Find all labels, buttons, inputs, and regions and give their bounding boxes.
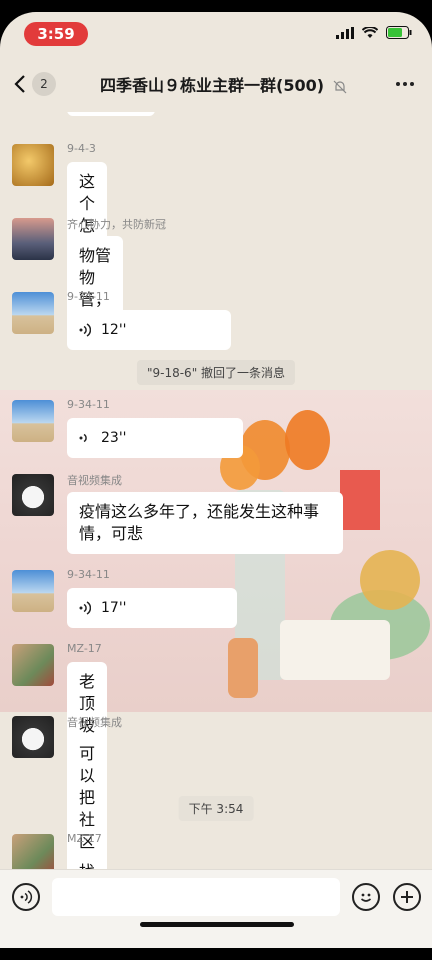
avatar[interactable] <box>12 292 54 334</box>
voice-message[interactable]: 17'' <box>67 588 237 628</box>
unread-count: 2 <box>32 72 56 96</box>
message-bubble[interactable]: 可以把社区告上法庭了 <box>67 734 108 869</box>
avatar[interactable] <box>12 144 54 186</box>
chat-title: 四季香山９栋业主群一群(500) <box>100 72 347 96</box>
home-indicator <box>140 922 294 927</box>
avatar[interactable] <box>12 400 54 442</box>
timestamp: 下午 3:54 <box>178 796 254 821</box>
signal-icon <box>336 26 354 39</box>
status-icons <box>336 26 412 39</box>
status-bar: 3:59 <box>0 12 432 60</box>
sender-name: MZ-17 <box>67 642 102 655</box>
chat-screen: 3:59 2 四季香山９栋业主群一群(500) 9-4-3 这个怎 齐心协力，共… <box>0 12 432 948</box>
voice-wave-icon <box>79 323 91 337</box>
avatar[interactable] <box>12 570 54 612</box>
recall-notice: "9-18-6" 撤回了一条消息 <box>136 360 296 385</box>
message-bubble[interactable]: 物管物管， <box>67 236 123 320</box>
voice-message[interactable]: 12'' <box>67 310 231 350</box>
avatar[interactable] <box>12 716 54 758</box>
wifi-icon <box>362 26 378 38</box>
bubble-stub <box>67 112 155 116</box>
nav-bar: 2 四季香山９栋业主群一群(500) <box>0 60 432 112</box>
message-list[interactable]: 9-4-3 这个怎么搞 齐心协力，共防新冠 物管物管， 9-34-11 12''… <box>0 112 432 869</box>
emoji-icon[interactable] <box>352 883 380 911</box>
message-bubble[interactable]: 找社区 <box>67 852 108 869</box>
voice-message[interactable]: 23'' <box>67 418 243 458</box>
plus-icon[interactable] <box>393 883 421 911</box>
avatar[interactable] <box>12 474 54 516</box>
voice-wave-icon <box>79 433 87 443</box>
sender-name: 9-4-3 <box>67 142 96 155</box>
sender-name: 齐心协力，共防新冠 <box>67 218 166 231</box>
battery-icon <box>386 26 412 39</box>
sender-name: 9-34-11 <box>67 398 110 411</box>
avatar[interactable] <box>12 834 54 869</box>
voice-wave-icon <box>79 601 91 615</box>
sender-name: MZ-17 <box>67 832 102 845</box>
voice-icon[interactable] <box>12 883 40 911</box>
voice-duration: 17'' <box>101 600 127 616</box>
message-input[interactable] <box>52 878 340 916</box>
input-toolbar <box>0 869 432 948</box>
voice-duration: 23'' <box>101 430 127 446</box>
mute-icon <box>333 80 347 93</box>
avatar[interactable] <box>12 644 54 686</box>
sender-name: 9-34-11 <box>67 290 110 303</box>
sender-name: 9-34-11 <box>67 568 110 581</box>
status-time: 3:59 <box>24 22 88 46</box>
more-icon[interactable] <box>396 82 414 86</box>
sender-name: 音视频集成 <box>67 716 122 729</box>
sender-name: 音视频集成 <box>67 474 122 487</box>
avatar[interactable] <box>12 218 54 260</box>
back-chevron-icon <box>14 75 25 93</box>
voice-duration: 12'' <box>101 322 127 338</box>
back-button[interactable]: 2 <box>14 72 56 96</box>
message-bubble[interactable]: 疫情这么多年了，还能发生这种事情，可悲 <box>67 492 343 554</box>
